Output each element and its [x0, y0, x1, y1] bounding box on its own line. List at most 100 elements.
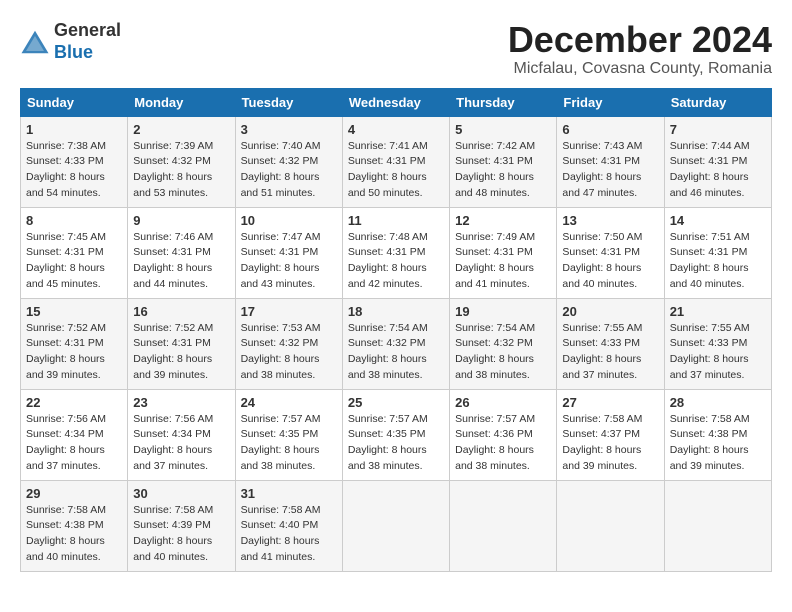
page-subtitle: Micfalau, Covasna County, Romania [508, 60, 772, 78]
calendar-week-2: 8 Sunrise: 7:45 AM Sunset: 4:31 PM Dayli… [21, 207, 772, 298]
day-number: 2 [133, 122, 229, 137]
daylight: Daylight: 8 hours and 38 minutes. [455, 353, 534, 381]
calendar-cell: 21 Sunrise: 7:55 AM Sunset: 4:33 PM Dayl… [664, 298, 771, 389]
sunrise: Sunrise: 7:55 AM [670, 322, 750, 334]
day-number: 23 [133, 395, 229, 410]
day-number: 14 [670, 213, 766, 228]
day-number: 7 [670, 122, 766, 137]
day-info: Sunrise: 7:49 AM Sunset: 4:31 PM Dayligh… [455, 230, 551, 293]
day-number: 10 [241, 213, 337, 228]
day-number: 3 [241, 122, 337, 137]
daylight: Daylight: 8 hours and 40 minutes. [133, 535, 212, 563]
sunset: Sunset: 4:38 PM [26, 519, 104, 531]
daylight: Daylight: 8 hours and 43 minutes. [241, 262, 320, 290]
sunset: Sunset: 4:31 PM [133, 337, 211, 349]
sunset: Sunset: 4:31 PM [26, 246, 104, 258]
sunset: Sunset: 4:31 PM [670, 155, 748, 167]
sunset: Sunset: 4:32 PM [241, 337, 319, 349]
day-info: Sunrise: 7:58 AM Sunset: 4:38 PM Dayligh… [26, 503, 122, 566]
sunrise: Sunrise: 7:39 AM [133, 140, 213, 152]
daylight: Daylight: 8 hours and 38 minutes. [348, 444, 427, 472]
daylight: Daylight: 8 hours and 54 minutes. [26, 171, 105, 199]
calendar-cell: 10 Sunrise: 7:47 AM Sunset: 4:31 PM Dayl… [235, 207, 342, 298]
calendar-cell: 3 Sunrise: 7:40 AM Sunset: 4:32 PM Dayli… [235, 116, 342, 207]
day-number: 8 [26, 213, 122, 228]
day-info: Sunrise: 7:48 AM Sunset: 4:31 PM Dayligh… [348, 230, 444, 293]
sunset: Sunset: 4:31 PM [26, 337, 104, 349]
sunset: Sunset: 4:31 PM [455, 155, 533, 167]
sunset: Sunset: 4:31 PM [133, 246, 211, 258]
sunset: Sunset: 4:32 PM [133, 155, 211, 167]
page-title: December 2024 [508, 20, 772, 60]
daylight: Daylight: 8 hours and 38 minutes. [455, 444, 534, 472]
logo-blue: Blue [54, 42, 93, 62]
daylight: Daylight: 8 hours and 37 minutes. [26, 444, 105, 472]
day-info: Sunrise: 7:58 AM Sunset: 4:38 PM Dayligh… [670, 412, 766, 475]
daylight: Daylight: 8 hours and 39 minutes. [670, 444, 749, 472]
calendar-cell: 4 Sunrise: 7:41 AM Sunset: 4:31 PM Dayli… [342, 116, 449, 207]
sunset: Sunset: 4:37 PM [562, 428, 640, 440]
sunrise: Sunrise: 7:44 AM [670, 140, 750, 152]
calendar-cell: 28 Sunrise: 7:58 AM Sunset: 4:38 PM Dayl… [664, 389, 771, 480]
day-number: 17 [241, 304, 337, 319]
day-number: 18 [348, 304, 444, 319]
sunset: Sunset: 4:31 PM [562, 246, 640, 258]
sunset: Sunset: 4:38 PM [670, 428, 748, 440]
sunset: Sunset: 4:33 PM [562, 337, 640, 349]
sunrise: Sunrise: 7:48 AM [348, 231, 428, 243]
sunrise: Sunrise: 7:43 AM [562, 140, 642, 152]
calendar-cell: 16 Sunrise: 7:52 AM Sunset: 4:31 PM Dayl… [128, 298, 235, 389]
sunset: Sunset: 4:34 PM [26, 428, 104, 440]
sunrise: Sunrise: 7:50 AM [562, 231, 642, 243]
day-info: Sunrise: 7:40 AM Sunset: 4:32 PM Dayligh… [241, 139, 337, 202]
day-number: 15 [26, 304, 122, 319]
day-info: Sunrise: 7:56 AM Sunset: 4:34 PM Dayligh… [26, 412, 122, 475]
calendar-cell [450, 480, 557, 571]
daylight: Daylight: 8 hours and 53 minutes. [133, 171, 212, 199]
sunrise: Sunrise: 7:55 AM [562, 322, 642, 334]
logo-general: General [54, 20, 121, 40]
day-info: Sunrise: 7:58 AM Sunset: 4:40 PM Dayligh… [241, 503, 337, 566]
sunset: Sunset: 4:33 PM [26, 155, 104, 167]
sunset: Sunset: 4:32 PM [348, 337, 426, 349]
daylight: Daylight: 8 hours and 42 minutes. [348, 262, 427, 290]
daylight: Daylight: 8 hours and 38 minutes. [241, 444, 320, 472]
sunset: Sunset: 4:33 PM [670, 337, 748, 349]
sunset: Sunset: 4:31 PM [241, 246, 319, 258]
sunset: Sunset: 4:32 PM [241, 155, 319, 167]
sunrise: Sunrise: 7:53 AM [241, 322, 321, 334]
header-sunday: Sunday [21, 88, 128, 116]
daylight: Daylight: 8 hours and 37 minutes. [670, 353, 749, 381]
sunset: Sunset: 4:31 PM [455, 246, 533, 258]
day-number: 12 [455, 213, 551, 228]
day-number: 31 [241, 486, 337, 501]
daylight: Daylight: 8 hours and 39 minutes. [26, 353, 105, 381]
sunrise: Sunrise: 7:57 AM [241, 413, 321, 425]
sunset: Sunset: 4:36 PM [455, 428, 533, 440]
sunrise: Sunrise: 7:58 AM [670, 413, 750, 425]
day-info: Sunrise: 7:56 AM Sunset: 4:34 PM Dayligh… [133, 412, 229, 475]
calendar-cell [342, 480, 449, 571]
day-info: Sunrise: 7:53 AM Sunset: 4:32 PM Dayligh… [241, 321, 337, 384]
sunrise: Sunrise: 7:57 AM [455, 413, 535, 425]
calendar-table: SundayMondayTuesdayWednesdayThursdayFrid… [20, 88, 772, 572]
day-info: Sunrise: 7:41 AM Sunset: 4:31 PM Dayligh… [348, 139, 444, 202]
daylight: Daylight: 8 hours and 45 minutes. [26, 262, 105, 290]
sunrise: Sunrise: 7:41 AM [348, 140, 428, 152]
calendar-cell: 26 Sunrise: 7:57 AM Sunset: 4:36 PM Dayl… [450, 389, 557, 480]
sunrise: Sunrise: 7:47 AM [241, 231, 321, 243]
header-saturday: Saturday [664, 88, 771, 116]
day-number: 19 [455, 304, 551, 319]
sunrise: Sunrise: 7:54 AM [348, 322, 428, 334]
sunrise: Sunrise: 7:58 AM [562, 413, 642, 425]
sunset: Sunset: 4:35 PM [241, 428, 319, 440]
daylight: Daylight: 8 hours and 41 minutes. [455, 262, 534, 290]
day-number: 9 [133, 213, 229, 228]
day-number: 30 [133, 486, 229, 501]
day-info: Sunrise: 7:54 AM Sunset: 4:32 PM Dayligh… [348, 321, 444, 384]
day-info: Sunrise: 7:44 AM Sunset: 4:31 PM Dayligh… [670, 139, 766, 202]
day-number: 24 [241, 395, 337, 410]
day-info: Sunrise: 7:43 AM Sunset: 4:31 PM Dayligh… [562, 139, 658, 202]
day-info: Sunrise: 7:57 AM Sunset: 4:35 PM Dayligh… [348, 412, 444, 475]
daylight: Daylight: 8 hours and 38 minutes. [241, 353, 320, 381]
